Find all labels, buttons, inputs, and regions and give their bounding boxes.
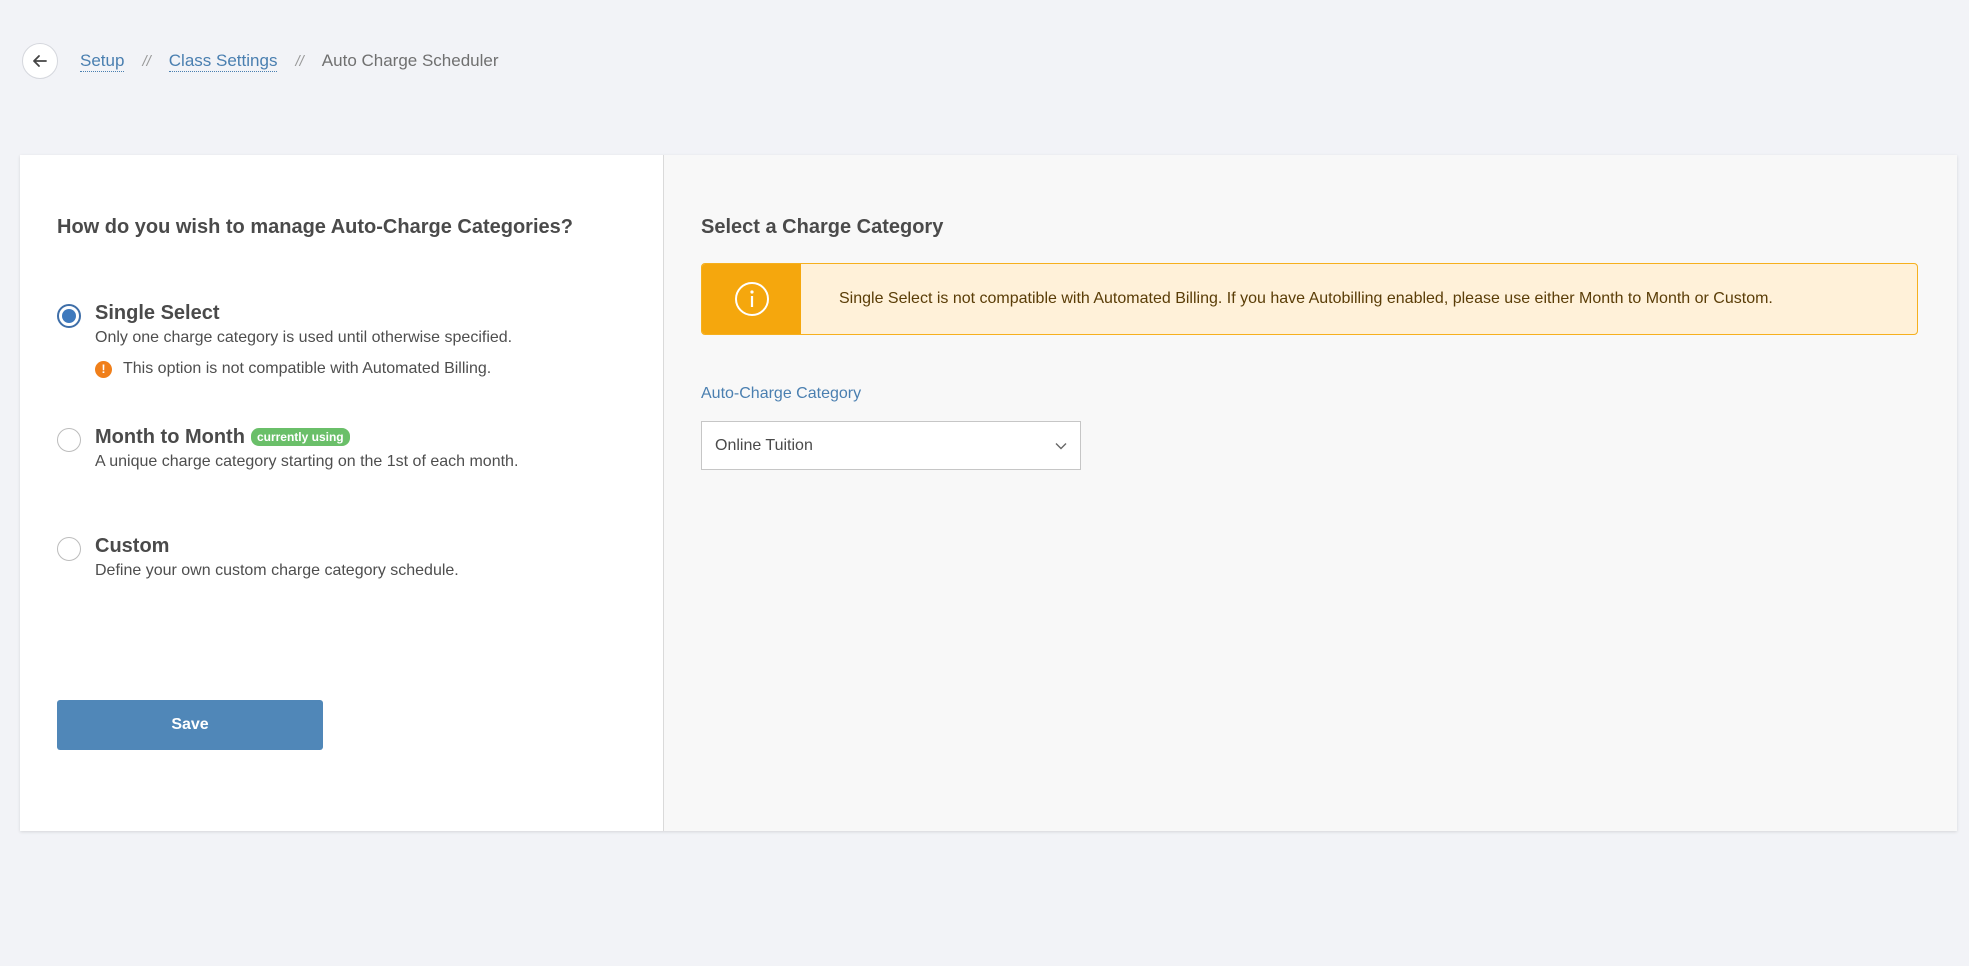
radio-custom[interactable] xyxy=(57,537,81,561)
breadcrumb-separator: // xyxy=(142,52,151,70)
breadcrumb-link-class-settings[interactable]: Class Settings xyxy=(168,51,278,72)
info-icon xyxy=(734,282,769,316)
charge-category-pane: Select a Charge Category Single Select i… xyxy=(664,155,1957,831)
breadcrumb-link-setup[interactable]: Setup xyxy=(80,51,125,72)
auto-charge-category-select[interactable]: Online Tuition xyxy=(701,421,1081,470)
option-title: Month to Month xyxy=(95,426,245,448)
question-heading: How do you wish to manage Auto-Charge Ca… xyxy=(57,216,573,238)
option-title: Custom xyxy=(95,535,170,557)
exclamation-icon: ! xyxy=(95,360,112,378)
option-warning-text: This option is not compatible with Autom… xyxy=(123,360,492,377)
option-custom[interactable]: Custom Define your own custom charge cat… xyxy=(57,534,459,581)
status-badge: currently using xyxy=(250,428,350,446)
alert-icon-container xyxy=(702,264,801,334)
breadcrumb-separator: // xyxy=(295,52,304,70)
option-title: Single Select xyxy=(95,302,220,324)
radio-month-to-month[interactable] xyxy=(57,428,81,452)
option-month-to-month[interactable]: Month to Month currently using A unique … xyxy=(57,425,518,472)
radio-single-select[interactable] xyxy=(57,304,81,328)
breadcrumb: Setup // Class Settings // Auto Charge S… xyxy=(22,42,499,80)
breadcrumb-current: Auto Charge Scheduler xyxy=(321,51,499,70)
arrow-left-icon xyxy=(33,55,47,67)
option-warning: ! This option is not compatible with Aut… xyxy=(95,360,512,378)
save-button[interactable]: Save xyxy=(57,700,323,750)
option-description: Only one charge category is used until o… xyxy=(95,329,513,346)
option-description: A unique charge category starting on the… xyxy=(95,453,519,470)
auto-charge-category-label: Auto-Charge Category xyxy=(701,385,862,402)
chevron-down-icon xyxy=(1055,442,1067,449)
select-value: Online Tuition xyxy=(715,436,813,454)
option-single-select[interactable]: Single Select Only one charge category i… xyxy=(57,301,512,378)
section-title: Select a Charge Category xyxy=(701,216,944,238)
option-title-row: Month to Month currently using xyxy=(95,425,518,449)
compatibility-alert: Single Select is not compatible with Aut… xyxy=(701,263,1918,335)
management-options-pane: How do you wish to manage Auto-Charge Ca… xyxy=(20,155,664,831)
option-description: Define your own custom charge category s… xyxy=(95,562,459,579)
back-button[interactable] xyxy=(22,43,58,79)
settings-card: How do you wish to manage Auto-Charge Ca… xyxy=(20,155,1957,831)
alert-text: Single Select is not compatible with Aut… xyxy=(839,290,1773,307)
